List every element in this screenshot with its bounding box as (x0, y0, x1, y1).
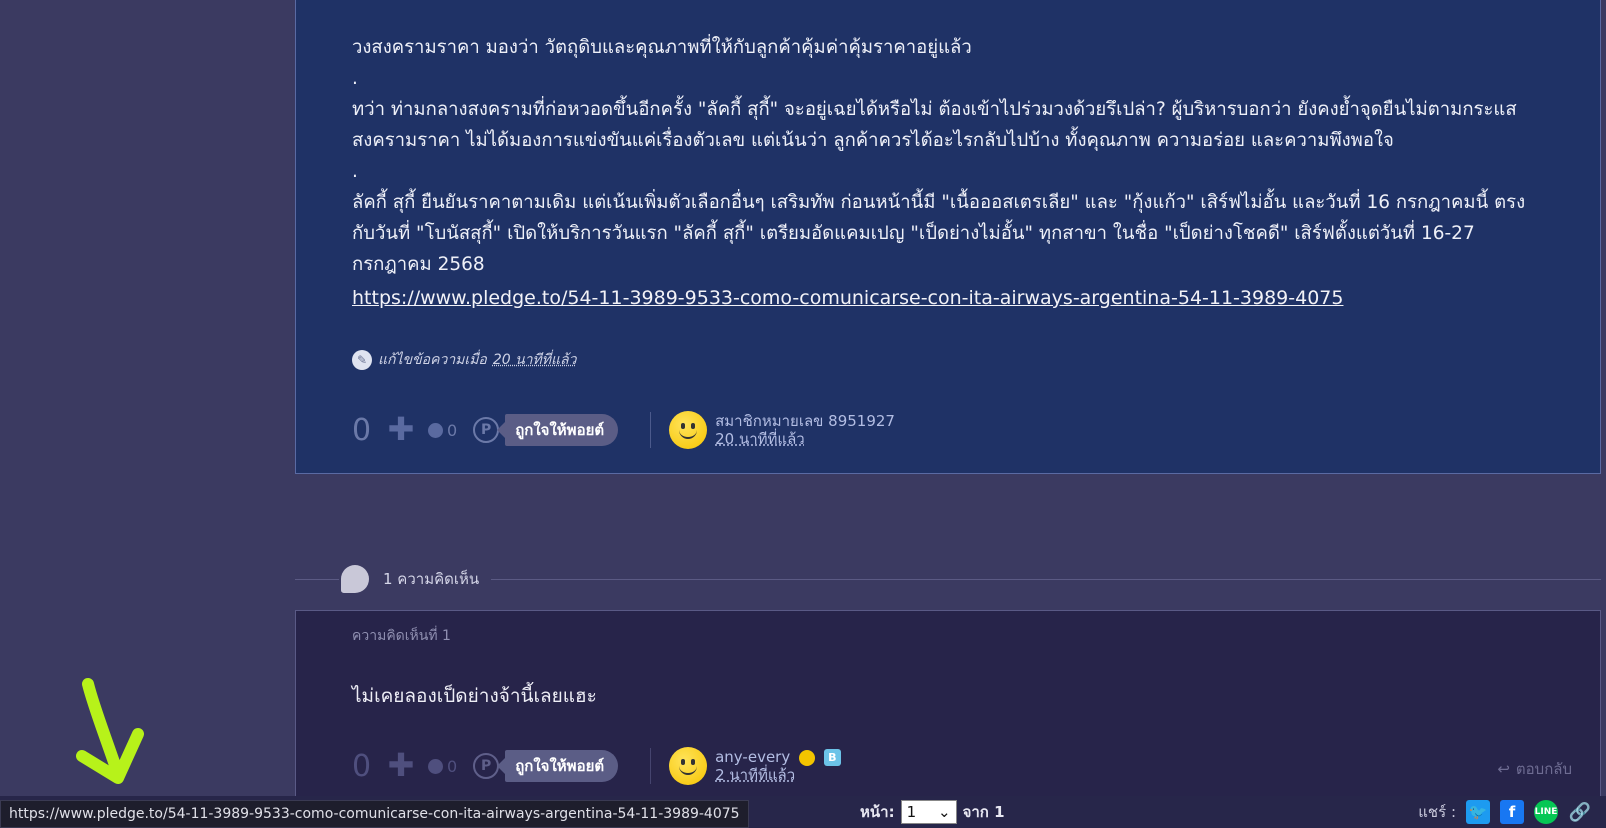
reply-label: ตอบกลับ (1515, 760, 1572, 778)
topic-link[interactable]: https://www.pledge.to/54-11-3989-9533-co… (352, 287, 1343, 309)
edit-label: แก้ไขข้อความเมื่อ (378, 352, 487, 368)
author-info: สมาชิกหมายเลข 8951927 20 นาทีที่แล้ว (715, 412, 895, 448)
point-icon: P (473, 753, 500, 779)
member-badge-icon: B (823, 749, 841, 766)
give-point-button[interactable]: ถูกใจให้พอยต์ (497, 750, 619, 782)
emotion-face-icon (428, 758, 443, 774)
vote-count: 0 (352, 748, 372, 784)
laughing-emoji-icon (799, 749, 815, 766)
emotion-count-value: 0 (447, 756, 458, 776)
point-icon: P (473, 417, 500, 443)
plus-vote-button[interactable]: ✚ (384, 749, 418, 783)
comment-bubble-icon (341, 565, 369, 593)
annotation-arrow-icon (76, 678, 144, 784)
vote-count: 0 (352, 412, 372, 448)
author-info: any-every B 2 นาทีที่แล้ว (715, 748, 841, 784)
pager-of-label: จาก 1 (962, 803, 1005, 821)
divider (491, 578, 1601, 580)
author-name[interactable]: any-every (715, 748, 790, 766)
topic-card: วงสงครามราคา มองว่า วัตถุดิบและคุณภาพที่… (295, 0, 1601, 474)
reply-button[interactable]: ↩ ตอบกลับ (1497, 757, 1572, 781)
comments-header: 1 ความคิดเห็น (295, 564, 1601, 594)
author-time: 20 นาทีที่แล้ว (715, 430, 805, 448)
comment-vote-row: 0 ✚ 0 P ถูกใจให้พอยต์ any-every B 2 นาที… (352, 743, 841, 789)
topic-line: วงสงครามราคา มองว่า วัตถุดิบและคุณภาพที่… (352, 37, 972, 58)
share-bar: แชร์ : 🐦 f LINE 🔗 (1418, 798, 1592, 826)
topic-line: กรกฎาคม 2568 (352, 254, 485, 275)
edit-time[interactable]: 20 นาทีที่แล้ว (493, 349, 577, 371)
topic-body: วงสงครามราคา มองว่า วัตถุดิบและคุณภาพที่… (352, 1, 1552, 280)
comments-count: 1 ความคิดเห็น (383, 570, 480, 588)
twitter-icon[interactable]: 🐦 (1466, 800, 1490, 824)
page-current: 1 (906, 803, 917, 821)
plus-vote-button[interactable]: ✚ (384, 413, 418, 447)
emotion-face-icon (428, 422, 443, 438)
divider (295, 578, 339, 580)
edit-note: ✎ แก้ไขข้อความเมื่อ 20 นาทีที่แล้ว (352, 349, 576, 371)
emotion-count[interactable]: 0 (428, 757, 457, 776)
topic-vote-row: 0 ✚ 0 P ถูกใจให้พอยต์ สมาชิกหมายเลข 8951… (352, 407, 895, 453)
link-icon[interactable]: 🔗 (1568, 800, 1592, 824)
avatar[interactable] (669, 747, 708, 785)
topic-line: . (352, 161, 358, 182)
emotion-count-value: 0 (447, 420, 458, 440)
topic-line: กับวันที่ "โบนัสสุกี้" เปิดให้บริการวันแ… (352, 223, 1475, 244)
comment-text: ไม่เคยลองเป็ดย่างจ้านี้เลยแฮะ (352, 685, 597, 707)
share-label: แชร์ : (1418, 803, 1456, 821)
topic-line: . (352, 68, 358, 89)
pager-label: หน้า: (860, 803, 895, 821)
comment-number[interactable]: ความคิดเห็นที่ 1 (352, 625, 451, 647)
status-bar-url: https://www.pledge.to/54-11-3989-9533-co… (0, 800, 749, 828)
author-name[interactable]: สมาชิกหมายเลข 8951927 (715, 412, 895, 430)
line-icon[interactable]: LINE (1534, 800, 1558, 824)
divider (650, 412, 652, 448)
topic-line: สงครามราคา ไม่ได้มองการแข่งขันแค่เรื่องต… (352, 130, 1394, 151)
emotion-count[interactable]: 0 (428, 421, 457, 440)
author-time: 2 นาทีที่แล้ว (715, 766, 796, 784)
edit-history-icon: ✎ (352, 350, 372, 370)
topic-line: ลัคกี้ สุกี้ ยืนยันราคาตามเดิม แต่เน้นเพ… (352, 192, 1526, 213)
topic-line: ทว่า ท่ามกลางสงครามที่ก่อหวอดขึ้นอีกครั้… (352, 99, 1517, 120)
pager: หน้า: 1 ⌄ จาก 1 (860, 798, 1005, 826)
divider (650, 748, 652, 784)
page-select[interactable]: 1 ⌄ (900, 800, 957, 824)
facebook-icon[interactable]: f (1500, 800, 1524, 824)
avatar[interactable] (669, 411, 708, 449)
give-point-button[interactable]: ถูกใจให้พอยต์ (497, 414, 619, 446)
chevron-down-icon: ⌄ (938, 803, 951, 821)
reply-arrow-icon: ↩ (1497, 760, 1510, 778)
